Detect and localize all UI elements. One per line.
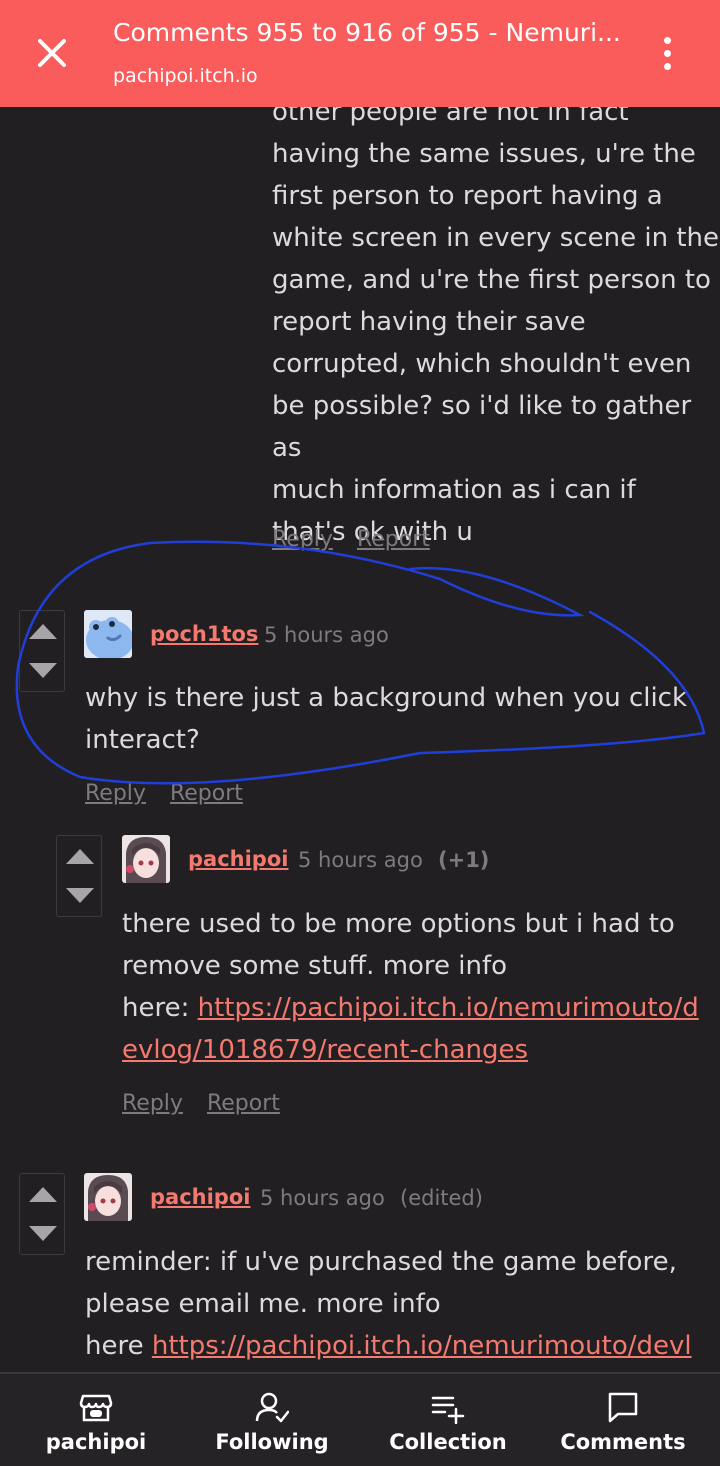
comment-icon: [608, 1392, 638, 1423]
dot-icon: [663, 49, 671, 57]
annotation-circle: [15, 540, 706, 785]
bottom-navigation: pachipoi Following Collection Comments: [0, 1372, 720, 1466]
user-check-icon: [255, 1392, 289, 1423]
more-options-button[interactable]: [650, 30, 684, 76]
close-icon: [38, 39, 66, 67]
comments-list: other people are not in fact having the …: [0, 107, 720, 1372]
nav-collection[interactable]: Collection: [388, 1374, 508, 1466]
dot-icon: [663, 62, 671, 70]
page-url: pachipoi.itch.io: [113, 65, 258, 87]
store-icon: [79, 1394, 113, 1422]
nav-comments[interactable]: Comments: [560, 1374, 686, 1466]
close-button[interactable]: [30, 31, 74, 75]
app-bar: Comments 955 to 916 of 955 - Nemuri... p…: [0, 0, 720, 107]
nav-pachipoi[interactable]: pachipoi: [46, 1374, 146, 1466]
dot-icon: [663, 36, 671, 44]
playlist-add-icon: [431, 1396, 465, 1424]
nav-following[interactable]: Following: [215, 1374, 329, 1466]
page-title: Comments 955 to 916 of 955 - Nemuri...: [113, 18, 621, 47]
